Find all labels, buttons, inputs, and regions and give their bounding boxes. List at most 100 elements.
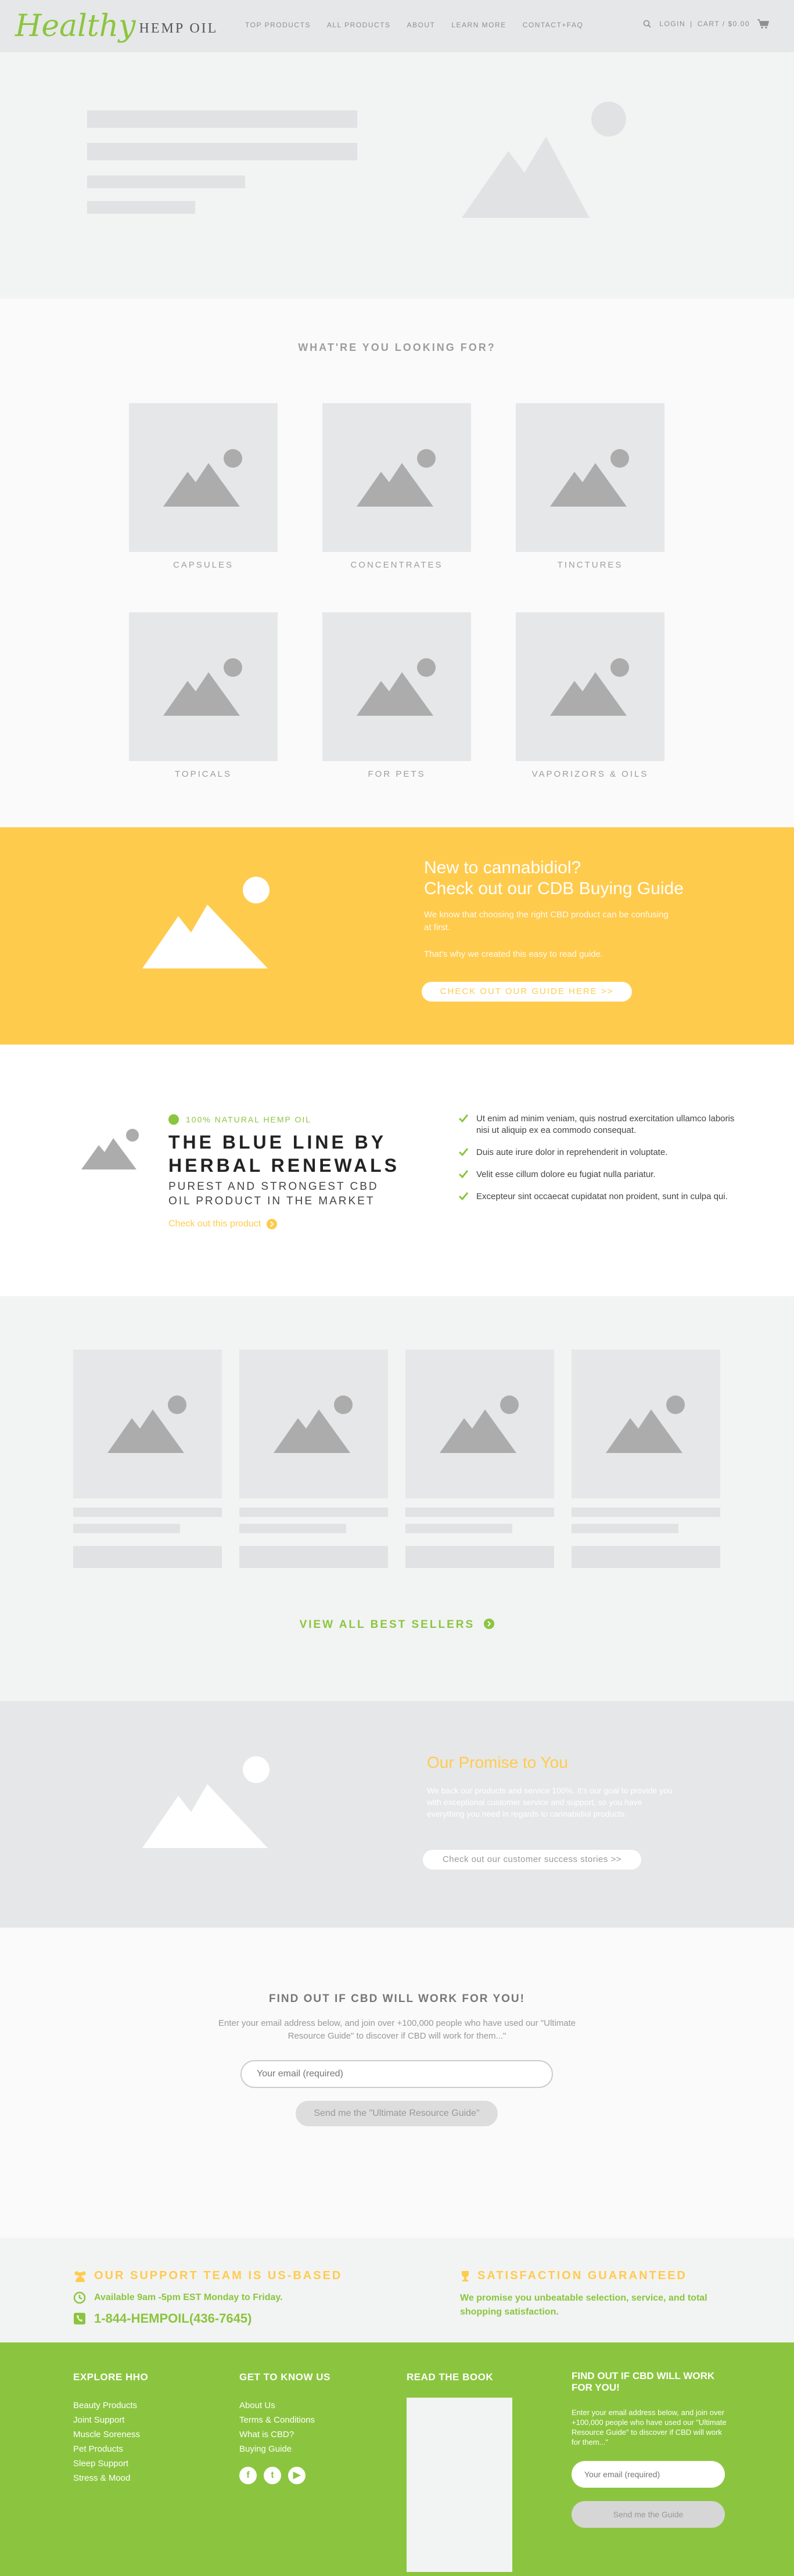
twitter-icon[interactable]: t bbox=[264, 2467, 281, 2484]
category-grid: CAPSULES CONCENTRATES TINCTURES TOPICALS… bbox=[129, 403, 664, 821]
hero-placeholder-line bbox=[87, 175, 245, 188]
footer-email-input[interactable] bbox=[572, 2461, 725, 2488]
nav-learn-more[interactable]: LEARN MORE bbox=[451, 21, 506, 29]
hero-placeholder-line bbox=[87, 201, 195, 214]
category-image bbox=[129, 612, 278, 761]
checklist-text: Duis aute irure dolor in reprehenderit i… bbox=[476, 1147, 668, 1157]
promo-text: We know that choosing the right CBD prod… bbox=[424, 910, 669, 932]
feature-subtitle: PUREST AND STRONGEST CBD OIL PRODUCT IN … bbox=[168, 1179, 379, 1208]
product-card[interactable] bbox=[405, 1350, 554, 1568]
checklist-text: Velit esse cillum dolore eu fugiat nulla… bbox=[476, 1169, 656, 1179]
category-label: VAPORIZORS & OILS bbox=[531, 769, 649, 779]
support-heading: OUR SUPPORT TEAM IS US-BASED bbox=[73, 2269, 342, 2283]
footer-link[interactable]: Pet Products bbox=[73, 2442, 148, 2456]
youtube-icon[interactable]: ▶ bbox=[288, 2467, 306, 2484]
product-placeholder-button bbox=[73, 1546, 222, 1568]
image-placeholder-icon bbox=[163, 658, 242, 716]
feature-checklist: Ut enim ad minim veniam, quis nostrud ex… bbox=[459, 1113, 738, 1213]
nav-all-products[interactable]: ALL PRODUCTS bbox=[327, 21, 391, 29]
footer-about-column: GET TO KNOW US About Us Terms & Conditio… bbox=[239, 2372, 330, 2484]
checklist-item: Duis aute irure dolor in reprehenderit i… bbox=[459, 1147, 738, 1158]
category-label: TOPICALS bbox=[175, 769, 232, 779]
support-bar: OUR SUPPORT TEAM IS US-BASED Available 9… bbox=[0, 2238, 794, 2342]
feature-subtitle-line: PUREST AND STRONGEST CBD bbox=[168, 1181, 379, 1193]
hero-banner bbox=[0, 52, 794, 299]
footer-link[interactable]: Sleep Support bbox=[73, 2456, 148, 2471]
feature-eyebrow: 100% NATURAL HEMP OIL bbox=[168, 1114, 311, 1125]
image-placeholder-icon bbox=[440, 1395, 519, 1453]
footer-link[interactable]: Joint Support bbox=[73, 2413, 148, 2427]
nav-top-products[interactable]: TOP PRODUCTS bbox=[245, 21, 311, 29]
arrow-circle-icon bbox=[484, 1619, 495, 1629]
product-card[interactable] bbox=[239, 1350, 388, 1568]
feature-subtitle-line: OIL PRODUCT IN THE MARKET bbox=[168, 1195, 375, 1207]
login-link[interactable]: LOGIN bbox=[659, 20, 685, 28]
book-cover-image[interactable] bbox=[407, 2398, 512, 2572]
phone-icon bbox=[74, 2313, 85, 2324]
checklist-text: Ut enim ad minim veniam, quis nostrud ex… bbox=[476, 1114, 735, 1135]
image-placeholder-icon bbox=[606, 1395, 685, 1453]
promo-title-line: Check out our CDB Buying Guide bbox=[424, 879, 684, 898]
view-all-best-sellers-link[interactable]: VIEW ALL BEST SELLERS bbox=[0, 1619, 794, 1631]
send-guide-button[interactable]: Send me the "Ultimate Resource Guide" bbox=[296, 2101, 498, 2126]
product-placeholder-line bbox=[73, 1524, 180, 1533]
success-stories-button[interactable]: Check out our customer success stories >… bbox=[423, 1850, 641, 1870]
guarantee-heading-text: SATISFACTION GUARANTEED bbox=[477, 2269, 687, 2282]
footer-link[interactable]: Buying Guide bbox=[239, 2442, 330, 2456]
nav-about[interactable]: ABOUT bbox=[407, 21, 435, 29]
image-placeholder-icon bbox=[107, 1395, 186, 1453]
checkmark-icon bbox=[459, 1148, 468, 1156]
category-topicals[interactable]: TOPICALS bbox=[129, 612, 278, 821]
categories-section: WHAT'RE YOU LOOKING FOR? CAPSULES CONCEN… bbox=[0, 299, 794, 827]
category-for-pets[interactable]: FOR PETS bbox=[322, 612, 471, 821]
facebook-icon[interactable]: f bbox=[239, 2467, 257, 2484]
product-image bbox=[239, 1350, 388, 1498]
newsletter-section: FIND OUT IF CBD WILL WORK FOR YOU! Enter… bbox=[0, 1928, 794, 2238]
support-hours-text: Available 9am -5pm EST Monday to Friday. bbox=[94, 2292, 283, 2302]
footer-link[interactable]: Muscle Soreness bbox=[73, 2427, 148, 2442]
product-link-label: Check out this product bbox=[168, 1219, 261, 1229]
product-link[interactable]: Check out this product bbox=[168, 1219, 278, 1229]
footer-heading: EXPLORE HHO bbox=[73, 2372, 149, 2383]
image-placeholder-icon bbox=[163, 449, 242, 507]
image-placeholder-icon bbox=[142, 1756, 270, 1848]
checkmark-icon bbox=[459, 1192, 468, 1200]
category-label: CAPSULES bbox=[173, 560, 234, 570]
team-icon bbox=[74, 2271, 86, 2282]
image-placeholder-icon bbox=[357, 658, 436, 716]
category-tinctures[interactable]: TINCTURES bbox=[516, 403, 664, 612]
footer-newsletter-title: FIND OUT IF CBD WILL WORK FOR YOU! bbox=[572, 2370, 715, 2393]
product-image bbox=[572, 1350, 720, 1498]
checklist-item: Excepteur sint occaecat cupidatat non pr… bbox=[459, 1191, 738, 1203]
product-placeholder-line bbox=[239, 1508, 388, 1517]
footer-link[interactable]: Terms & Conditions bbox=[239, 2413, 330, 2427]
logo[interactable]: Healthy HEMP OIL bbox=[15, 11, 218, 41]
category-vaporizors-oils[interactable]: VAPORIZORS & OILS bbox=[516, 612, 664, 821]
cart-link[interactable]: CART / $0.00 bbox=[698, 20, 750, 28]
footer-link[interactable]: Beauty Products bbox=[73, 2398, 148, 2413]
category-capsules[interactable]: CAPSULES bbox=[129, 403, 278, 612]
image-placeholder-icon bbox=[550, 658, 629, 716]
support-hours: Available 9am -5pm EST Monday to Friday. bbox=[73, 2291, 283, 2304]
category-label: CONCENTRATES bbox=[350, 560, 443, 570]
product-card[interactable] bbox=[73, 1350, 222, 1568]
product-card[interactable] bbox=[572, 1350, 720, 1568]
buying-guide-banner: New to cannabidiol? Check out our CDB Bu… bbox=[0, 827, 794, 1045]
category-image bbox=[322, 612, 471, 761]
guarantee-text-line: We promise you unbeatable selection, ser… bbox=[460, 2293, 707, 2303]
social-links: f t ▶ bbox=[239, 2467, 330, 2484]
search-icon[interactable] bbox=[643, 20, 651, 28]
cart-icon[interactable] bbox=[757, 19, 770, 29]
email-input[interactable] bbox=[240, 2060, 553, 2088]
image-placeholder-icon bbox=[274, 1395, 353, 1453]
promise-title: Our Promise to You bbox=[427, 1753, 568, 1771]
nav-contact-faq[interactable]: CONTACT+FAQ bbox=[523, 21, 584, 29]
support-phone[interactable]: 1-844-HEMPOIL(436-7645) bbox=[73, 2311, 252, 2326]
footer-link[interactable]: What is CBD? bbox=[239, 2427, 330, 2442]
category-concentrates[interactable]: CONCENTRATES bbox=[322, 403, 471, 612]
footer-link[interactable]: About Us bbox=[239, 2398, 330, 2413]
footer-link[interactable]: Stress & Mood bbox=[73, 2471, 148, 2485]
footer-send-guide-button[interactable]: Send me the Guide bbox=[572, 2501, 725, 2528]
green-dot-icon bbox=[168, 1114, 179, 1125]
guide-button[interactable]: CHECK OUT OUR GUIDE HERE >> bbox=[422, 982, 632, 1002]
